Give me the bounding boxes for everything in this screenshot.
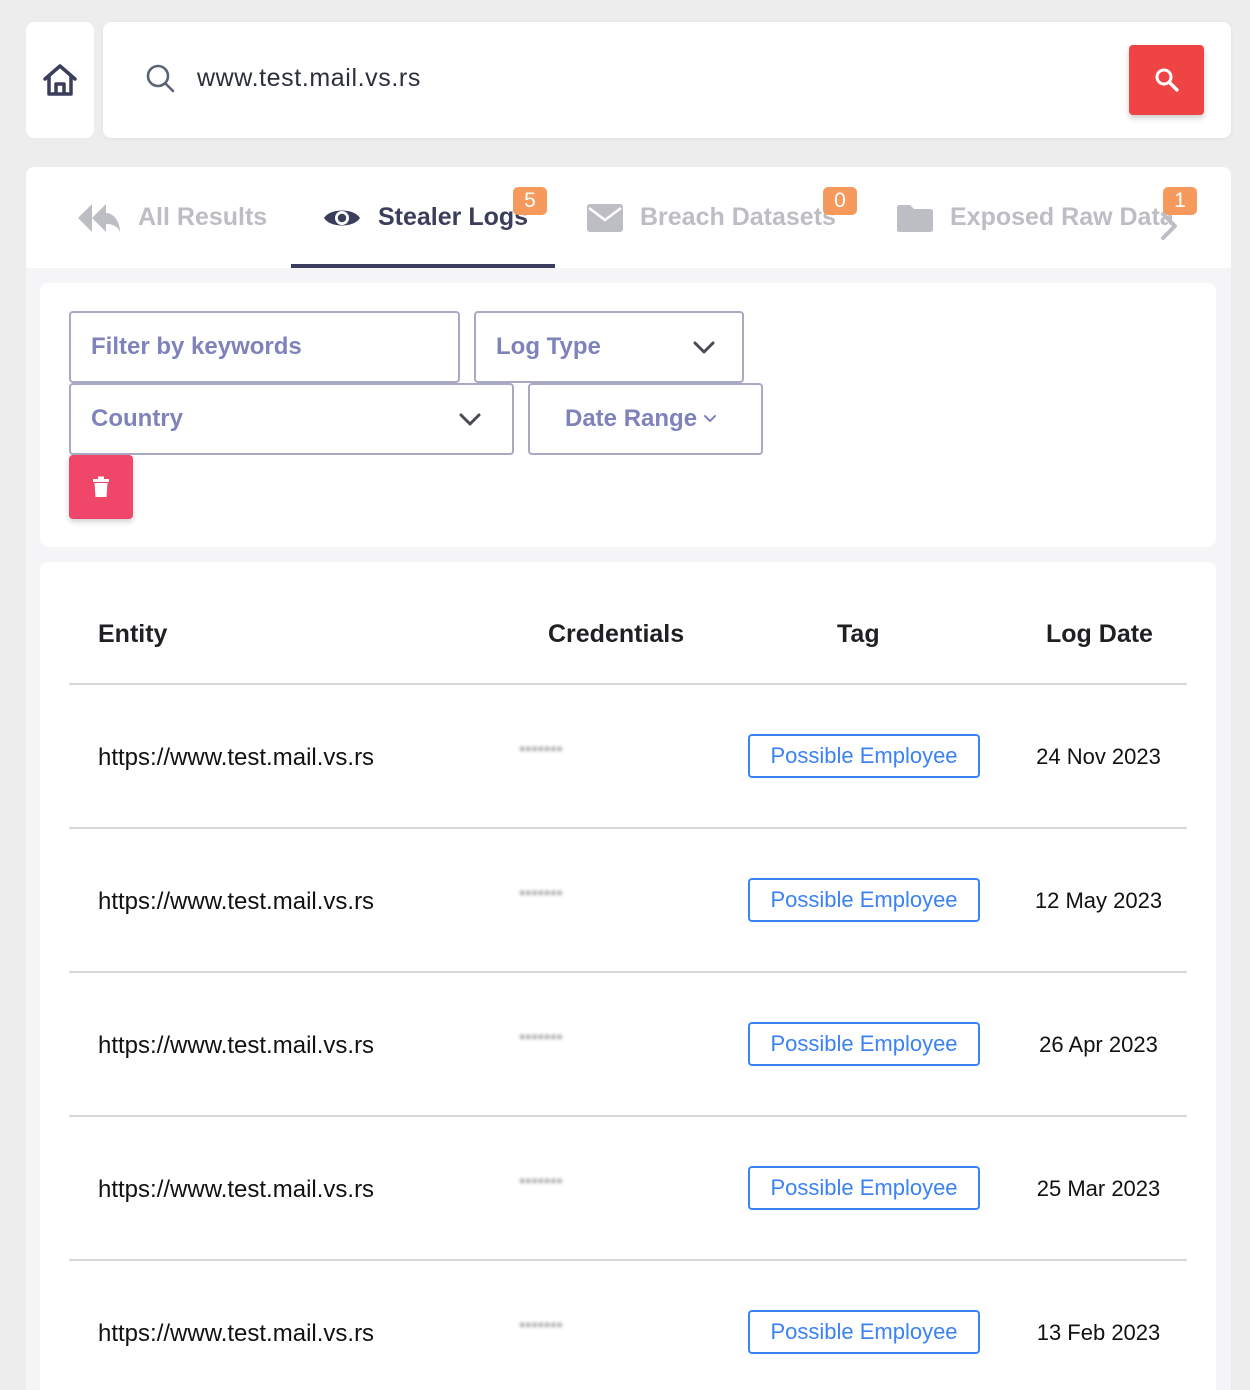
keyword-filter-input[interactable]: Filter by keywords bbox=[69, 311, 460, 383]
entity-cell: https://www.test.mail.vs.rs bbox=[98, 1032, 375, 1059]
tag-badge: Possible Employee bbox=[748, 1022, 980, 1066]
credentials-cell: ******* bbox=[519, 888, 563, 905]
table-row[interactable]: https://www.test.mail.vs.rs ******* Poss… bbox=[69, 685, 1187, 829]
log-type-label: Log Type bbox=[496, 333, 601, 360]
search-icon bbox=[1155, 68, 1179, 92]
column-header-log-date: Log Date bbox=[1046, 620, 1153, 648]
column-header-tag: Tag bbox=[837, 620, 880, 648]
filter-panel: Filter by keywords Log Type Country Date… bbox=[40, 283, 1216, 547]
table-row[interactable]: https://www.test.mail.vs.rs ******* Poss… bbox=[69, 829, 1187, 973]
entity-cell: https://www.test.mail.vs.rs bbox=[98, 888, 375, 915]
search-bar: www.test.mail.vs.rs bbox=[103, 22, 1231, 138]
results-panel: All Results Stealer Logs 5 Breach Datase… bbox=[26, 167, 1231, 1390]
trash-icon bbox=[93, 476, 109, 497]
stealer-logs-table: Entity Credentials Tag Log Date https://… bbox=[40, 562, 1216, 1390]
search-input[interactable]: www.test.mail.vs.rs bbox=[197, 64, 421, 93]
table-row[interactable]: https://www.test.mail.vs.rs ******* Poss… bbox=[69, 1117, 1187, 1261]
breach-datasets-count-badge: 0 bbox=[823, 187, 857, 215]
credentials-cell: ******* bbox=[519, 1176, 563, 1193]
credentials-cell: ******* bbox=[519, 744, 563, 761]
credentials-cell: ******* bbox=[519, 1320, 563, 1337]
tab-all-results[interactable]: All Results bbox=[76, 167, 267, 268]
search-button[interactable] bbox=[1129, 45, 1204, 115]
home-icon bbox=[43, 64, 77, 96]
column-header-credentials: Credentials bbox=[548, 620, 685, 648]
chevron-down-icon bbox=[693, 341, 715, 354]
envelope-icon bbox=[586, 203, 624, 233]
tag-badge: Possible Employee bbox=[748, 1166, 980, 1210]
tab-label: Stealer Logs bbox=[378, 203, 529, 231]
date-range-select[interactable]: Date Range bbox=[528, 383, 763, 455]
tag-badge: Possible Employee bbox=[748, 1310, 980, 1354]
log-date-cell: 12 May 2023 bbox=[1034, 888, 1163, 913]
home-button[interactable] bbox=[26, 22, 94, 138]
entity-cell: https://www.test.mail.vs.rs bbox=[98, 1176, 375, 1203]
date-range-label: Date Range bbox=[565, 405, 698, 432]
tab-breach-datasets[interactable]: Breach Datasets bbox=[586, 167, 836, 268]
tab-label: Breach Datasets bbox=[640, 203, 836, 231]
log-date-cell: 24 Nov 2023 bbox=[1036, 744, 1161, 769]
log-type-select[interactable]: Log Type bbox=[474, 311, 744, 383]
tab-label: All Results bbox=[138, 203, 268, 231]
search-icon bbox=[146, 64, 175, 93]
country-select[interactable]: Country bbox=[69, 383, 514, 455]
tag-badge: Possible Employee bbox=[748, 878, 980, 922]
chevron-right-icon[interactable] bbox=[1159, 211, 1179, 246]
tab-label: Exposed Raw Data bbox=[950, 203, 1174, 231]
column-header-entity: Entity bbox=[98, 620, 168, 648]
clear-filters-button[interactable] bbox=[69, 455, 133, 519]
stealer-logs-count-badge: 5 bbox=[513, 187, 547, 215]
results-tabs: All Results Stealer Logs 5 Breach Datase… bbox=[26, 167, 1231, 268]
double-back-arrow-icon bbox=[76, 202, 122, 234]
entity-cell: https://www.test.mail.vs.rs bbox=[98, 744, 375, 771]
folder-icon bbox=[896, 203, 934, 233]
log-date-cell: 25 Mar 2023 bbox=[1036, 1176, 1161, 1201]
tag-badge: Possible Employee bbox=[748, 734, 980, 778]
chevron-down-icon bbox=[459, 413, 481, 426]
tab-exposed-raw-data[interactable]: Exposed Raw Data bbox=[896, 167, 1174, 268]
entity-cell: https://www.test.mail.vs.rs bbox=[98, 1320, 375, 1347]
table-row[interactable]: https://www.test.mail.vs.rs ******* Poss… bbox=[69, 1261, 1187, 1390]
table-row[interactable]: https://www.test.mail.vs.rs ******* Poss… bbox=[69, 973, 1187, 1117]
log-date-cell: 26 Apr 2023 bbox=[1039, 1032, 1158, 1057]
country-label: Country bbox=[91, 405, 183, 432]
log-date-cell: 13 Feb 2023 bbox=[1036, 1320, 1161, 1345]
active-tab-indicator bbox=[291, 264, 555, 268]
tab-stealer-logs[interactable]: Stealer Logs bbox=[322, 167, 528, 268]
eye-icon bbox=[322, 205, 362, 231]
chevron-down-icon bbox=[704, 415, 717, 422]
keyword-filter-placeholder: Filter by keywords bbox=[91, 333, 302, 360]
credentials-cell: ******* bbox=[519, 1032, 563, 1049]
